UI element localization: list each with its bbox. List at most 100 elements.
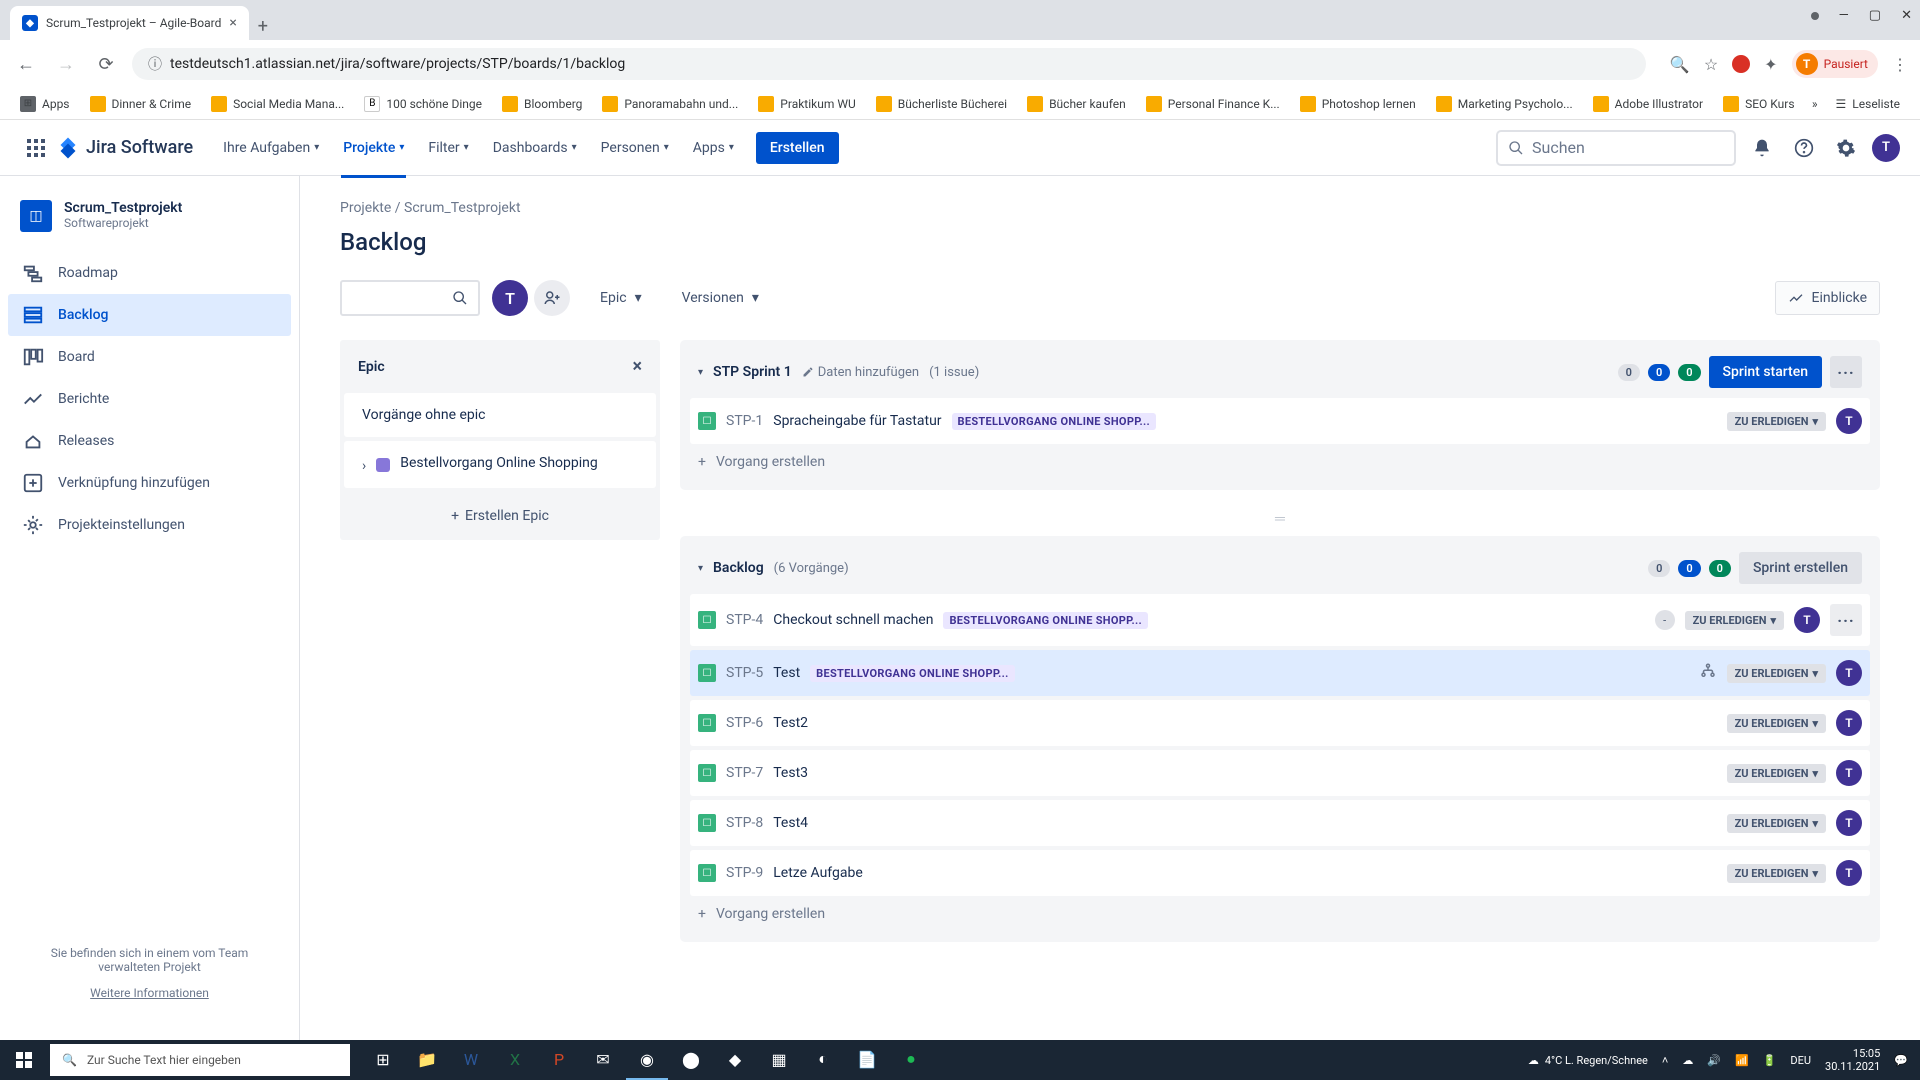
bookmark-item[interactable]: Praktikum WU — [750, 92, 863, 116]
sprint-more-button[interactable]: ··· — [1830, 356, 1862, 388]
issue-key[interactable]: STP-9 — [726, 865, 763, 881]
status-badge[interactable]: ZU ERLEDIGEN▾ — [1727, 814, 1826, 833]
app-icon[interactable]: ▦ — [758, 1040, 800, 1080]
help-icon[interactable] — [1788, 132, 1820, 164]
word-icon[interactable]: W — [450, 1040, 492, 1080]
bookmark-item[interactable]: Marketing Psycholo... — [1428, 92, 1581, 116]
epic-badge[interactable]: BESTELLVORGANG ONLINE SHOPP... — [943, 612, 1148, 629]
reading-list[interactable]: ☰Leseliste — [1828, 93, 1908, 115]
jira-logo[interactable]: Jira Software — [56, 136, 193, 160]
create-button[interactable]: Erstellen — [756, 132, 839, 164]
app-switcher-icon[interactable] — [20, 132, 52, 164]
chrome-icon[interactable]: ◉ — [626, 1040, 668, 1080]
issue-key[interactable]: STP-1 — [726, 413, 763, 429]
footer-link[interactable]: Weitere Informationen — [24, 986, 275, 1000]
nav-people[interactable]: Personen▾ — [591, 132, 679, 164]
bookmark-item[interactable]: Adobe Illustrator — [1585, 92, 1711, 116]
clock[interactable]: 15:05 30.11.2021 — [1825, 1047, 1880, 1073]
extensions-icon[interactable]: ✦ — [1764, 55, 1777, 74]
issue-key[interactable]: STP-4 — [726, 612, 763, 628]
assignee-avatar[interactable]: T — [1836, 860, 1862, 886]
url-bar[interactable]: ⓘ testdeutsch1.atlassian.net/jira/softwa… — [132, 48, 1646, 80]
close-icon[interactable]: × — [632, 356, 642, 377]
insights-button[interactable]: Einblicke — [1775, 281, 1880, 315]
issue-row[interactable]: ☐ STP-6 Test2 ZU ERLEDIGEN▾ T — [690, 700, 1870, 746]
start-button[interactable] — [0, 1040, 48, 1080]
spotify-icon[interactable]: ● — [890, 1040, 932, 1080]
breadcrumb-root[interactable]: Projekte — [340, 200, 391, 216]
project-header[interactable]: ◫ Scrum_Testprojekt Softwareprojekt — [8, 200, 291, 252]
add-dates-link[interactable]: Daten hinzufügen — [802, 365, 919, 380]
issue-key[interactable]: STP-8 — [726, 815, 763, 831]
bookmark-item[interactable]: Personal Finance K... — [1138, 92, 1288, 116]
status-badge[interactable]: ZU ERLEDIGEN▾ — [1727, 764, 1826, 783]
add-people-button[interactable] — [534, 280, 570, 316]
sidebar-releases[interactable]: Releases — [8, 420, 291, 462]
status-badge[interactable]: ZU ERLEDIGEN▾ — [1727, 714, 1826, 733]
resize-handle[interactable]: ═ — [680, 506, 1880, 530]
nav-dashboards[interactable]: Dashboards▾ — [483, 132, 587, 164]
zoom-icon[interactable]: 🔍 — [1670, 55, 1690, 74]
user-avatar[interactable]: T — [1872, 134, 1900, 162]
reload-button[interactable]: ⟳ — [92, 50, 120, 78]
bookmark-item[interactable]: Social Media Mana... — [203, 92, 352, 116]
start-sprint-button[interactable]: Sprint starten — [1709, 356, 1822, 388]
estimate-badge[interactable]: - — [1655, 610, 1675, 630]
obs-icon[interactable]: ⬤ — [670, 1040, 712, 1080]
sidebar-backlog[interactable]: Backlog — [8, 294, 291, 336]
onedrive-icon[interactable]: ☁ — [1682, 1054, 1693, 1067]
collapse-icon[interactable]: ▾ — [698, 563, 703, 574]
assignee-filter-avatar[interactable]: T — [492, 280, 528, 316]
notifications-tray-icon[interactable]: 💬 — [1894, 1054, 1908, 1067]
sidebar-roadmap[interactable]: Roadmap — [8, 252, 291, 294]
collapse-icon[interactable]: ▾ — [698, 367, 703, 378]
search-input[interactable]: Suchen — [1496, 130, 1736, 166]
create-epic-button[interactable]: +Erstellen Epic — [340, 492, 660, 540]
forward-button[interactable]: → — [52, 50, 80, 78]
issue-more-button[interactable]: ··· — [1830, 604, 1862, 636]
breadcrumb-current[interactable]: Scrum_Testprojekt — [404, 200, 521, 216]
taskbar-search[interactable]: 🔍Zur Suche Text hier eingeben — [50, 1044, 350, 1076]
settings-icon[interactable] — [1830, 132, 1862, 164]
profile-badge[interactable]: T Pausiert — [1792, 50, 1878, 78]
status-badge[interactable]: ZU ERLEDIGEN▾ — [1727, 664, 1826, 683]
language-indicator[interactable]: DEU — [1790, 1054, 1811, 1067]
assignee-avatar[interactable]: T — [1836, 760, 1862, 786]
issue-row[interactable]: ☐ STP-7 Test3 ZU ERLEDIGEN▾ T — [690, 750, 1870, 796]
back-button[interactable]: ← — [12, 50, 40, 78]
issue-key[interactable]: STP-5 — [726, 665, 763, 681]
issue-row[interactable]: ☐ STP-8 Test4 ZU ERLEDIGEN▾ T — [690, 800, 1870, 846]
child-issues-icon[interactable] — [1699, 662, 1717, 684]
version-filter[interactable]: Versionen▾ — [672, 282, 769, 314]
new-tab-button[interactable]: + — [249, 12, 277, 40]
issue-row[interactable]: ☐ STP-4 Checkout schnell machen BESTELLV… — [690, 594, 1870, 646]
create-issue-button[interactable]: +Vorgang erstellen — [690, 444, 1870, 480]
battery-icon[interactable]: 🔋 — [1763, 1054, 1777, 1067]
sidebar-reports[interactable]: Berichte — [8, 378, 291, 420]
maximize-btn[interactable]: ▢ — [1869, 8, 1881, 23]
bookmark-item[interactable]: SEO Kurs — [1715, 92, 1802, 116]
bookmark-item[interactable]: Photoshop lernen — [1292, 92, 1424, 116]
sprint-name[interactable]: STP Sprint 1 — [713, 364, 792, 380]
bookmark-item[interactable]: Bücherliste Bücherei — [868, 92, 1015, 116]
assignee-avatar[interactable]: T — [1836, 408, 1862, 434]
epic-no-epic[interactable]: Vorgänge ohne epic — [344, 393, 656, 437]
bookmark-item[interactable]: ⊞Apps — [12, 92, 78, 116]
excel-icon[interactable]: X — [494, 1040, 536, 1080]
status-badge[interactable]: ZU ERLEDIGEN▾ — [1685, 611, 1784, 630]
tab-close-icon[interactable]: × — [229, 15, 236, 31]
explorer-icon[interactable]: 📁 — [406, 1040, 448, 1080]
status-badge[interactable]: ZU ERLEDIGEN▾ — [1727, 864, 1826, 883]
epic-badge[interactable]: BESTELLVORGANG ONLINE SHOPP... — [952, 413, 1157, 430]
edge-icon[interactable]: ◐ — [802, 1040, 844, 1080]
minimize-btn[interactable]: — — [1839, 8, 1849, 23]
issue-row[interactable]: ☐ STP-9 Letze Aufgabe ZU ERLEDIGEN▾ T — [690, 850, 1870, 896]
bookmark-item[interactable]: Panoramabahn und... — [594, 92, 746, 116]
sidebar-settings[interactable]: Projekteinstellungen — [8, 504, 291, 546]
nav-projects[interactable]: Projekte▾ — [333, 132, 414, 164]
sidebar-add-link[interactable]: Verknüpfung hinzufügen — [8, 462, 291, 504]
notepad-icon[interactable]: 📄 — [846, 1040, 888, 1080]
bookmarks-overflow-icon[interactable]: » — [1812, 97, 1818, 111]
assignee-avatar[interactable]: T — [1836, 810, 1862, 836]
site-info-icon[interactable]: ⓘ — [148, 54, 162, 74]
